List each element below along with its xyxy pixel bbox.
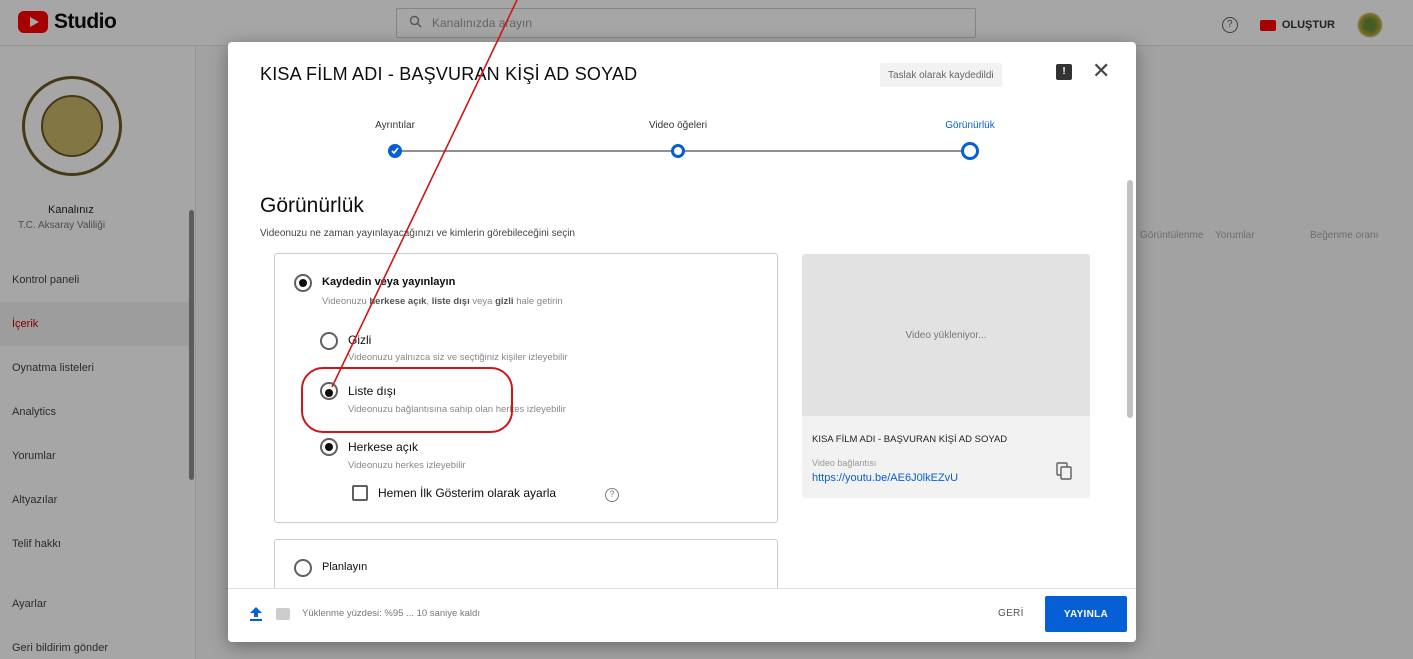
section-description: Videonuzu ne zaman yayınlayacağınızı ve … [260, 228, 575, 239]
private-label: Gizli [348, 333, 372, 347]
public-desc: Videonuzu herkes izleyebilir [348, 460, 466, 471]
dialog-scrollbar[interactable] [1127, 180, 1133, 418]
publish-button[interactable]: YAYINLA [1045, 596, 1127, 632]
premiere-checkbox[interactable] [352, 485, 368, 501]
video-preview-card: Video yükleniyor... KISA FİLM ADI - BAŞV… [802, 254, 1090, 498]
public-radio[interactable] [320, 438, 338, 456]
help-icon[interactable]: ? [605, 488, 619, 502]
save-publish-desc: Videonuzu herkese açık, liste dışı veya … [322, 296, 563, 307]
step-dot[interactable] [671, 144, 685, 158]
copy-icon[interactable] [1056, 462, 1072, 480]
upload-status: Yüklenme yüzdesi: %95 ... 10 saniye kald… [302, 608, 480, 619]
private-desc: Videonuzu yalnızca siz ve seçtiğiniz kiş… [348, 352, 568, 363]
check-icon[interactable] [388, 144, 402, 158]
section-title: Görünürlük [260, 194, 364, 217]
save-publish-radio[interactable] [294, 274, 312, 292]
dialog-title: KISA FİLM ADI - BAŞVURAN KİŞİ AD SOYAD [260, 64, 638, 84]
video-link-label: Video bağlantısı [812, 458, 877, 468]
step-video-elements[interactable]: Video öğeleri [598, 120, 758, 138]
private-radio[interactable] [320, 332, 338, 350]
upload-icon [250, 607, 262, 624]
hd-icon [276, 608, 290, 620]
video-preview-screen: Video yükleniyor... [802, 254, 1090, 416]
upload-dialog: KISA FİLM ADI - BAŞVURAN KİŞİ AD SOYAD T… [228, 42, 1136, 642]
preview-title: KISA FİLM ADI - BAŞVURAN KİŞİ AD SOYAD [812, 434, 1008, 445]
schedule-label: Planlayın [322, 561, 368, 573]
dialog-footer: Yüklenme yüzdesi: %95 ... 10 saniye kald… [228, 588, 1136, 642]
feedback-icon[interactable]: ! [1056, 64, 1072, 80]
back-button[interactable]: GERİ [998, 608, 1024, 619]
close-icon[interactable]: ✕ [1092, 60, 1110, 82]
stepper: Ayrıntılar Video öğeleri Görünürlük [228, 120, 1136, 180]
step-visibility[interactable]: Görünürlük [890, 120, 1050, 138]
step-label: Video öğeleri [648, 120, 708, 131]
draft-saved-badge: Taslak olarak kaydedildi [880, 63, 1002, 87]
premiere-label: Hemen İlk Gösterim olarak ayarla [378, 486, 557, 500]
step-label: Görünürlük [945, 120, 995, 131]
step-dot-current[interactable] [961, 142, 979, 160]
save-publish-label: Kaydedin veya yayınlayın [322, 276, 456, 288]
schedule-radio[interactable] [294, 559, 312, 577]
step-label: Ayrıntılar [375, 120, 415, 131]
annotation-highlight [301, 367, 513, 433]
step-details[interactable]: Ayrıntılar [315, 120, 475, 138]
public-label: Herkese açık [348, 440, 419, 454]
video-link[interactable]: https://youtu.be/AE6J0lkEZvU [812, 472, 958, 484]
preview-status: Video yükleniyor... [905, 329, 987, 341]
